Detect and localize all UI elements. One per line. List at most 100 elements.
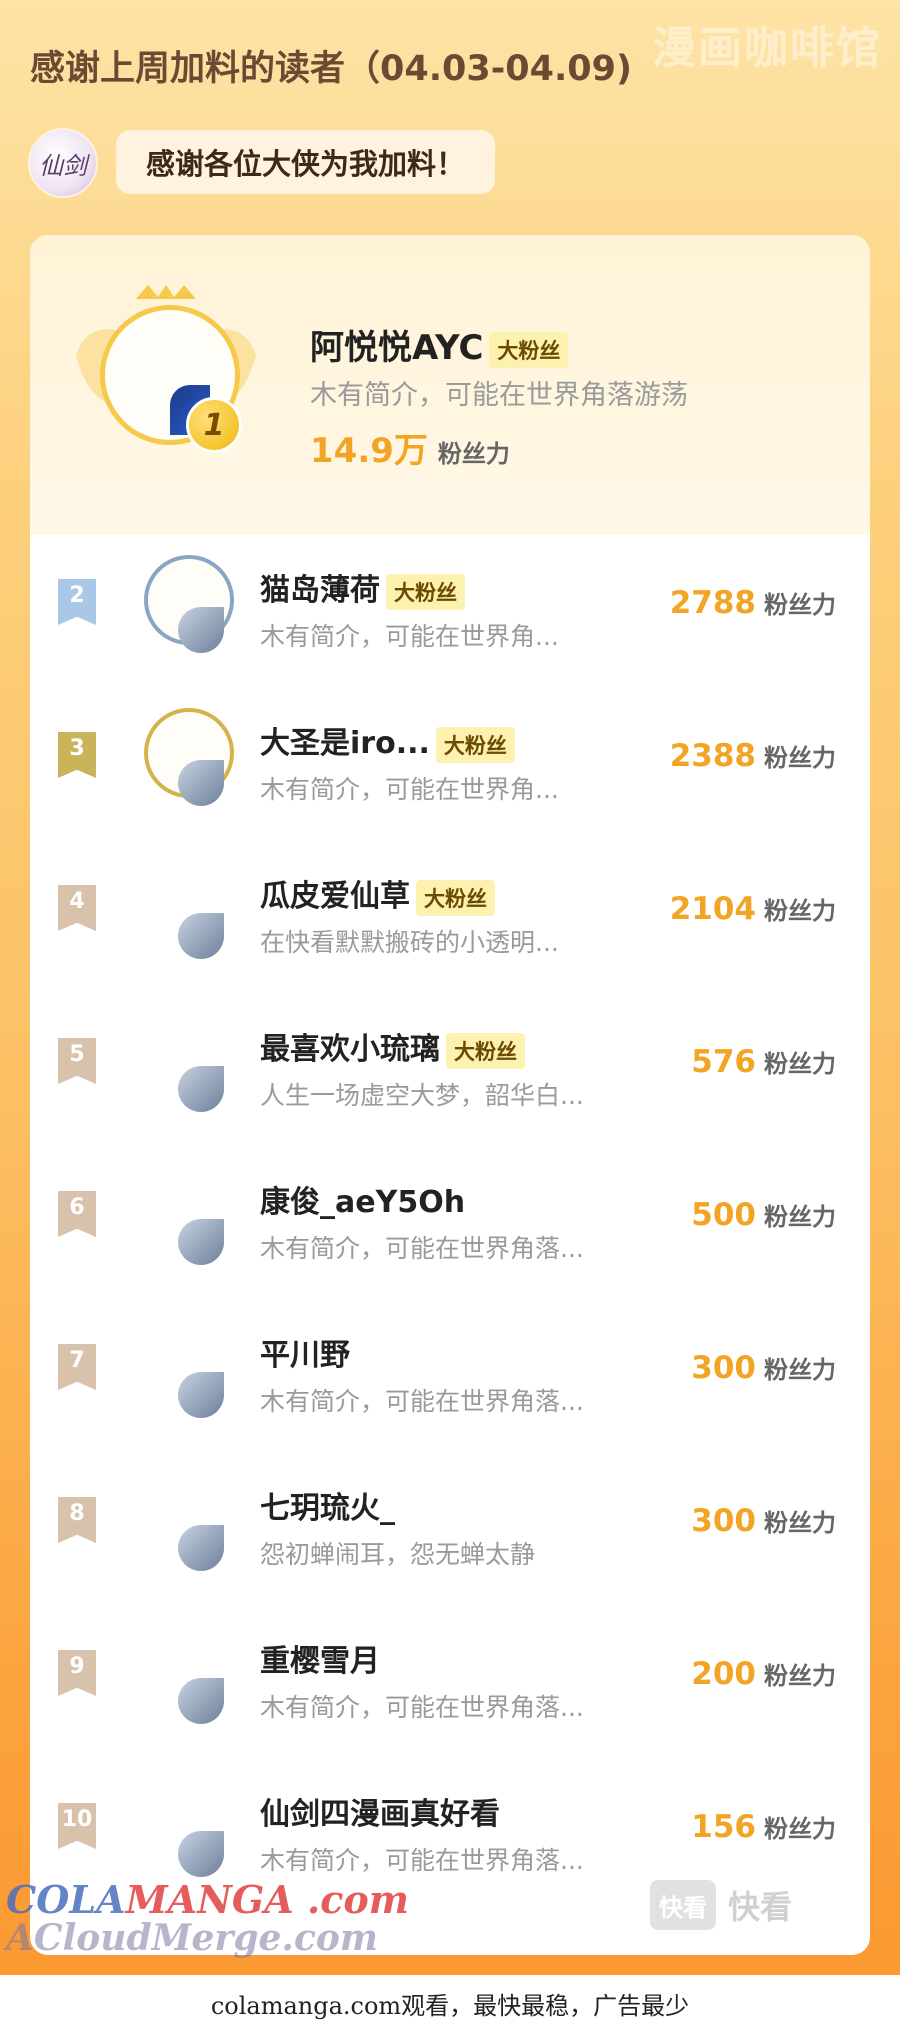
- reader-name[interactable]: 猫岛薄荷 大粉丝: [260, 565, 465, 610]
- reader-row[interactable]: 6 康俊_aeY5Oh 木有简介，可能在世界角落... 500 粉丝力: [30, 1147, 870, 1297]
- reader-row[interactable]: 7 平川野木有简介，可能在世界角落... 300 粉丝力: [30, 1300, 870, 1450]
- avatar: [178, 1372, 224, 1418]
- fan-power-unit: 粉丝力: [764, 1356, 836, 1384]
- fan-badge: 大粉丝: [416, 879, 495, 916]
- reader-name-text: 康俊_aeY5Oh: [260, 1185, 466, 1220]
- reader-fan-power: 576 粉丝力: [691, 1044, 836, 1080]
- reader-bio: 木有简介，可能在世界角...: [260, 775, 559, 804]
- rank-badge: 7: [58, 1344, 96, 1390]
- avatar: [178, 1525, 224, 1571]
- avatar: [178, 913, 224, 959]
- footer-banner: colamanga.com观看，最快最稳，广告最少: [0, 1975, 900, 2031]
- ranking-poster: 漫画咖啡馆 感谢上周加料的读者（04.03-04.09) 仙剑 感谢各位大侠为我…: [0, 0, 900, 1975]
- thanks-bubble: 感谢各位大侠为我加料！: [116, 130, 496, 194]
- rank-badge: 5: [58, 1038, 96, 1084]
- reader-avatar-slot[interactable]: [130, 1626, 240, 1726]
- reader-row[interactable]: 8 七玥琉火_ 怨初蝉闹耳，怨无蝉太静 300 粉丝力: [30, 1453, 870, 1603]
- reader-fan-power: 2788 粉丝力: [670, 585, 836, 621]
- avatar: [178, 1066, 224, 1112]
- reader-name[interactable]: 大圣是iro... 大粉丝: [260, 718, 515, 763]
- top-watermark: 漫画咖啡馆: [652, 23, 882, 74]
- reader-name[interactable]: 瓜皮爱仙草 大粉丝: [260, 871, 495, 916]
- reader-avatar-slot[interactable]: [130, 861, 240, 961]
- fan-power-unit: 粉丝力: [764, 744, 836, 772]
- reader-bio: 木有简介，可能在世界角落...: [260, 1234, 584, 1263]
- reader-fan-power: 300 粉丝力: [691, 1350, 836, 1386]
- top-reader-name-text: 阿悦悦AYC: [310, 328, 484, 368]
- rank-badge: 8: [58, 1497, 96, 1543]
- reader-bio: 木有简介，可能在世界角...: [260, 622, 559, 651]
- fan-badge: 大粉丝: [435, 726, 515, 763]
- fan-power-value: 14.9万: [310, 431, 428, 471]
- reader-name-text: 重樱雪月: [260, 1644, 380, 1679]
- reader-avatar-slot[interactable]: [130, 1473, 240, 1573]
- reader-avatar-slot[interactable]: [130, 1320, 240, 1420]
- reader-name-text: 大圣是iro...: [260, 726, 430, 761]
- top-reader-name[interactable]: 阿悦悦AYC 大粉丝: [310, 320, 569, 369]
- reader-name[interactable]: 平川野: [260, 1330, 350, 1374]
- reader-name-text: 平川野: [260, 1338, 350, 1373]
- brand-cola: COLA: [6, 1877, 126, 1922]
- kuaikan-logo-text: 快看: [728, 1888, 793, 1926]
- rank-badge: 6: [58, 1191, 96, 1237]
- reader-fan-power: 2388 粉丝力: [670, 738, 836, 774]
- reader-name[interactable]: 康俊_aeY5Oh: [260, 1177, 465, 1221]
- reader-row[interactable]: 4 瓜皮爱仙草 大粉丝在快看默默搬砖的小透明... 2104 粉丝力: [30, 841, 870, 991]
- avatar: [178, 607, 224, 653]
- page-title: 感谢上周加料的读者（04.03-04.09): [30, 49, 632, 89]
- top-reader-bio: 木有简介，可能在世界角落游荡: [310, 380, 688, 411]
- rank-badge: 10: [58, 1803, 96, 1849]
- reader-name-text: 七玥琉火_: [260, 1491, 395, 1526]
- fan-power-value: 300: [691, 1350, 756, 1386]
- kuaikan-watermark: 快看 快看: [650, 1880, 792, 1930]
- fan-power-value: 156: [691, 1809, 756, 1845]
- host-avatar-logo: 仙剑: [39, 151, 87, 180]
- reader-name-text: 猫岛薄荷: [260, 573, 380, 608]
- reader-row[interactable]: 2 猫岛薄荷 大粉丝 木有简介，可能在世界角... 2788 粉丝力: [30, 535, 870, 685]
- reader-fan-power: 200 粉丝力: [691, 1656, 836, 1692]
- reader-bio: 人生一场虚空大梦，韶华白...: [260, 1081, 584, 1110]
- reader-name[interactable]: 最喜欢小琉璃 大粉丝: [260, 1024, 525, 1069]
- fan-power-value: 2788: [669, 585, 756, 621]
- top-reader-section[interactable]: 1 阿悦悦AYC 大粉丝 木有简介，可能在世界角落游荡 14.9万 粉丝力: [30, 235, 870, 535]
- reader-fan-power: 2104 粉丝力: [670, 891, 836, 927]
- top-reader-frame: 1: [66, 285, 266, 485]
- reader-avatar-slot[interactable]: [130, 555, 240, 655]
- reader-bio: 木有简介，可能在世界角落...: [260, 1846, 584, 1875]
- rank-badge: 4: [58, 885, 96, 931]
- reader-row[interactable]: 3 大圣是iro... 大粉丝木有简介，可能在世界角... 2388 粉丝力: [30, 688, 870, 838]
- brand-acloudmerge: ACloudMerge.com: [6, 1916, 378, 1959]
- fan-power-unit: 粉丝力: [764, 591, 836, 619]
- reader-name[interactable]: 七玥琉火_: [260, 1483, 395, 1527]
- reader-row[interactable]: 9 重樱雪月木有简介，可能在世界角落... 200 粉丝力: [30, 1606, 870, 1756]
- reader-avatar-slot[interactable]: [130, 708, 240, 808]
- reader-row[interactable]: 5 最喜欢小琉璃 大粉丝人生一场虚空大梦，韶华白... 576 粉丝力: [30, 994, 870, 1144]
- brand-manga: MANGA: [125, 1877, 294, 1922]
- kuaikan-logo-icon: 快看: [650, 1880, 716, 1930]
- top-reader-fan-power: 14.9万 粉丝力: [310, 423, 510, 472]
- rank-badge: 3: [58, 732, 96, 778]
- reader-bio: 木有简介，可能在世界角落...: [260, 1693, 584, 1722]
- reader-fan-power: 500 粉丝力: [691, 1197, 836, 1233]
- reader-fan-power: 300 粉丝力: [691, 1503, 836, 1539]
- reader-avatar-slot[interactable]: [130, 1779, 240, 1879]
- host-avatar[interactable]: 仙剑: [28, 128, 98, 198]
- fan-power-value: 500: [691, 1197, 756, 1233]
- fan-power-unit: 粉丝力: [437, 440, 510, 468]
- reader-name[interactable]: 仙剑四漫画真好看: [260, 1789, 500, 1833]
- rank-badge: 9: [58, 1650, 96, 1696]
- colamanga-watermark: COLAMANGA .com ACloudMerge.com: [6, 1880, 409, 1958]
- reader-name[interactable]: 重樱雪月: [260, 1636, 380, 1680]
- avatar: [178, 1678, 224, 1724]
- fan-badge: 大粉丝: [386, 573, 465, 610]
- fan-power-value: 576: [691, 1044, 756, 1080]
- reader-bio: 木有简介，可能在世界角落...: [260, 1387, 584, 1416]
- fan-badge: 大粉丝: [489, 331, 569, 368]
- reader-bio: 在快看默默搬砖的小透明...: [260, 928, 559, 957]
- fan-power-value: 200: [691, 1656, 756, 1692]
- reader-avatar-slot[interactable]: [130, 1014, 240, 1114]
- reader-avatar-slot[interactable]: [130, 1167, 240, 1267]
- fan-power-unit: 粉丝力: [764, 897, 836, 925]
- fan-power-unit: 粉丝力: [764, 1509, 836, 1537]
- fan-power-unit: 粉丝力: [764, 1815, 836, 1843]
